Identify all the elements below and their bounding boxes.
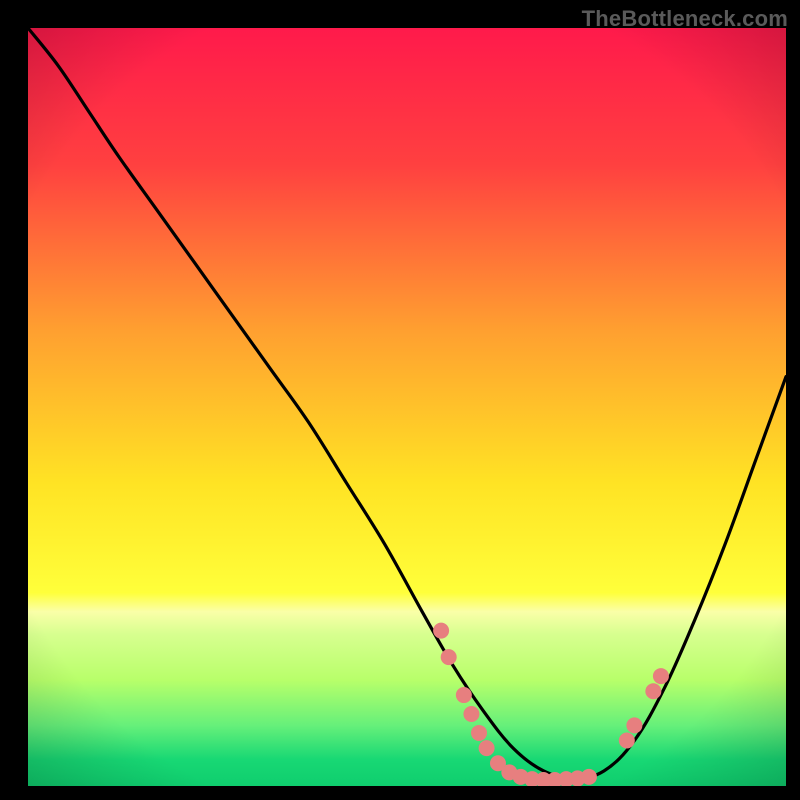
data-point (433, 623, 449, 639)
data-point (581, 769, 597, 785)
data-point (653, 668, 669, 684)
data-point (626, 717, 642, 733)
data-point (441, 649, 457, 665)
data-point (645, 683, 661, 699)
chart-container: { "watermark": "TheBottleneck.com", "cha… (0, 0, 800, 800)
data-point (619, 733, 635, 749)
data-point (456, 687, 472, 703)
chart-svg (0, 0, 800, 800)
watermark-text: TheBottleneck.com (582, 6, 788, 32)
data-point (479, 740, 495, 756)
data-point (471, 725, 487, 741)
data-point (463, 706, 479, 722)
